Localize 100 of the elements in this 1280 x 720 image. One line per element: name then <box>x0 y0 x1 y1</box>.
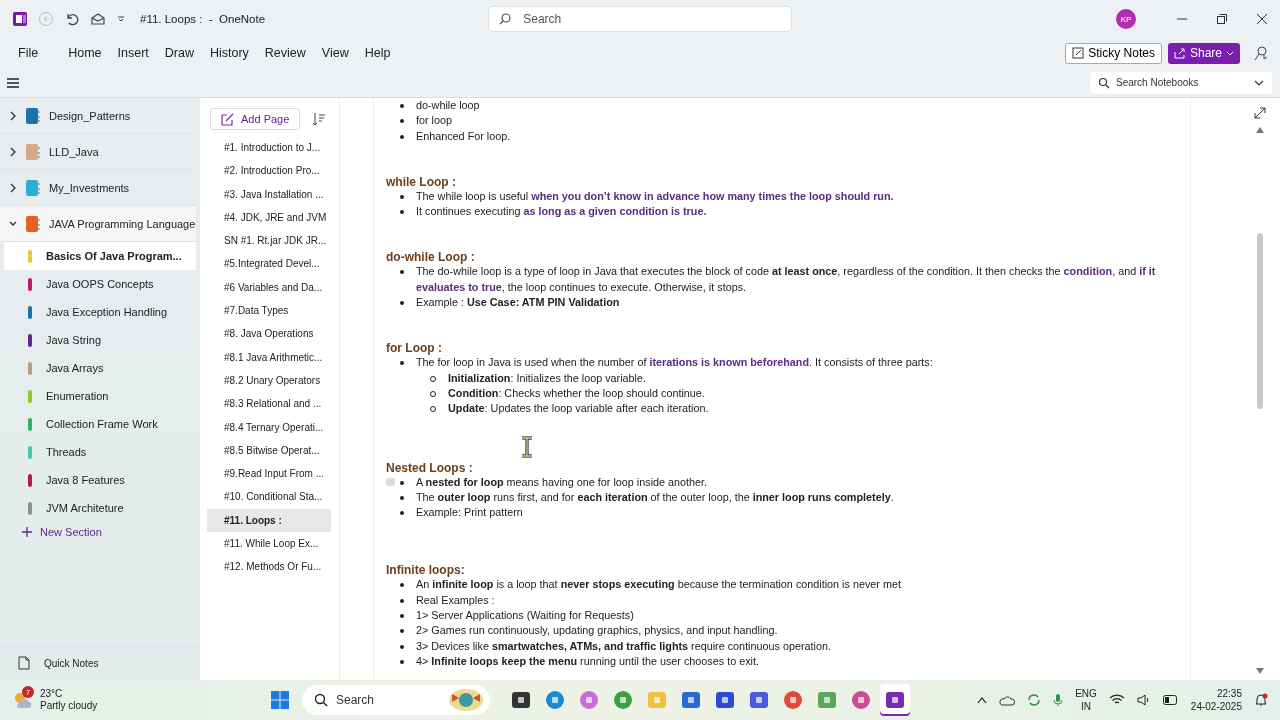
page-item[interactable]: #11. While Loop Ex... <box>207 532 331 556</box>
expand-icon[interactable] <box>1254 107 1266 119</box>
menu-icon[interactable] <box>7 77 19 88</box>
page-item[interactable]: #5.Integrated Devel... <box>207 252 331 276</box>
bullet-icon <box>400 511 404 516</box>
search-icon <box>498 12 513 26</box>
notebook-item[interactable]: Design_Patterns <box>0 98 196 134</box>
paragraph-handle-icon[interactable] <box>386 477 395 486</box>
page-item[interactable]: #11. Loops : <box>207 508 331 533</box>
plus-icon <box>22 527 32 537</box>
bullet-text: Initialization: Initializes the loop variable. <box>448 370 648 386</box>
page-item[interactable]: #8.3 Relational and ... <box>207 392 331 416</box>
undo-icon[interactable] <box>64 11 80 27</box>
section-tab[interactable]: Threads <box>4 438 196 466</box>
notebook-search-field[interactable]: Search Notebooks <box>1090 71 1272 94</box>
wifi-icon[interactable] <box>1108 694 1125 706</box>
section-heading: Nested Loops : <box>386 460 474 475</box>
bell-icon[interactable] <box>1254 693 1268 707</box>
bullet-icon <box>400 361 404 366</box>
bullet-icon <box>400 614 404 619</box>
section-heading: do-while Loop : <box>386 250 476 265</box>
scrollbar-thumb[interactable] <box>1257 233 1263 409</box>
scroll-up-icon[interactable] <box>1256 127 1264 133</box>
bullet-text: Enhanced For loop. <box>416 128 512 144</box>
sticky-notes-button[interactable]: Sticky Notes <box>1065 42 1162 64</box>
bullet-text: The do-while loop is a type of loop in Java that executes the block of code at least once, regardless of the condition. It then checks the condition, and if it evaluates to true, the loop continues to execute. Otherwise, it stops. <box>416 264 1157 295</box>
page-item[interactable]: #7.Data Types <box>207 299 331 323</box>
search-highlight-icon[interactable] <box>448 688 484 712</box>
bullet-text: do-while loop <box>416 98 481 113</box>
section-tab[interactable]: Java OOPS Concepts <box>4 270 196 298</box>
page-item[interactable]: #2. Introduction Pro... <box>207 159 331 183</box>
bullet-text: An infinite loop is a loop that never stops executing because the termination condition is never met <box>416 577 902 593</box>
bullet-icon <box>400 119 404 124</box>
notebook-item[interactable]: JAVA Programming Language <box>0 206 196 242</box>
chevron-icon <box>9 182 17 193</box>
notebook-icon <box>25 214 41 233</box>
bullet-text: Example: Print pattern <box>416 505 524 521</box>
sync-icon[interactable] <box>1027 693 1042 707</box>
volume-icon[interactable] <box>1136 694 1151 706</box>
page-item[interactable]: #4. JDK, JRE and JVM <box>207 205 331 230</box>
chevron-up-icon[interactable] <box>977 696 988 704</box>
cloud-icon[interactable] <box>999 694 1016 706</box>
section-tab[interactable]: Java 8 Features <box>4 466 196 494</box>
page-item[interactable]: #3. Java Installation ... <box>207 182 331 206</box>
sort-icon[interactable] <box>312 112 327 126</box>
bullet-text: for loop <box>416 113 453 129</box>
menu-tab[interactable]: History <box>201 46 257 60</box>
section-tab[interactable]: Java Arrays <box>4 354 196 382</box>
maximize-icon[interactable] <box>1216 13 1228 25</box>
bullet-text: Update: Updates the loop variable after each iteration. <box>448 401 710 417</box>
page-item[interactable]: #1. Introduction to J... <box>207 136 331 160</box>
section-heading: Infinite loops: <box>386 563 466 578</box>
menu-tab[interactable]: Insert <box>109 46 157 60</box>
add-page-button[interactable]: Add Page <box>210 108 301 130</box>
page-item[interactable]: #8.1 Java Arithmetic... <box>207 345 331 369</box>
language-indicator[interactable]: ENG IN <box>1075 687 1097 713</box>
new-section-link[interactable]: New Section <box>0 522 200 542</box>
text-cursor-icon <box>520 436 534 458</box>
page-item[interactable]: #9.Read Input From ... <box>207 462 331 486</box>
app-logo-icon <box>12 11 28 27</box>
battery-icon[interactable] <box>1162 695 1179 705</box>
share-button[interactable]: Share <box>1167 42 1240 64</box>
bullet-icon <box>400 270 404 275</box>
feedback-icon[interactable] <box>1252 44 1270 62</box>
page-item[interactable]: #10. Conditional Sta... <box>207 485 331 509</box>
section-tab[interactable]: Basics Of Java Program... <box>4 242 196 270</box>
user-avatar[interactable]: KP <box>1116 9 1136 29</box>
microphone-icon[interactable] <box>1053 693 1064 707</box>
menu-tab[interactable]: Draw <box>156 46 202 60</box>
section-tab[interactable]: Java String <box>4 326 196 354</box>
scroll-down-icon[interactable] <box>1256 668 1264 674</box>
menu-tab[interactable]: Home <box>60 46 110 60</box>
page-item[interactable]: #12. Methods Or Fu... <box>207 555 331 579</box>
caret-icon[interactable] <box>116 14 126 24</box>
menu-tab[interactable]: Review <box>256 46 314 60</box>
clock[interactable]: 22:35 24-02-2025 <box>1190 687 1242 713</box>
section-tab[interactable]: Enumeration <box>4 382 196 410</box>
bullet-icon <box>400 134 404 139</box>
menu-tab[interactable]: File <box>18 46 47 60</box>
section-tab[interactable]: JVM Architeture <box>4 494 196 522</box>
menu-tab[interactable]: View <box>313 46 357 60</box>
page-item[interactable]: #8.4 Ternary Operati... <box>207 415 331 439</box>
page-item[interactable]: #8. Java Operations <box>207 322 331 346</box>
menu-tab[interactable]: Help <box>356 46 399 60</box>
page-item[interactable]: SN #1. Rt.jar JDK JR... <box>207 229 331 253</box>
window-title: #11. Loops : - OneNote <box>140 13 266 25</box>
weather-text: Partly cloudy <box>40 700 98 712</box>
section-tab[interactable]: Java Exception Handling <box>4 298 196 326</box>
page-icon <box>18 656 30 670</box>
close-icon[interactable] <box>1256 13 1268 25</box>
caret-icon <box>1226 49 1234 57</box>
start-icon[interactable] <box>270 690 290 710</box>
search-field[interactable]: Search <box>488 6 792 32</box>
notebook-item[interactable]: LLD_Java <box>0 134 196 170</box>
page-item[interactable]: #8.2 Unary Operators <box>207 368 331 393</box>
section-heading: while Loop : <box>386 174 457 189</box>
page-item[interactable]: #8.5 Bitwise Operat... <box>207 438 331 463</box>
envelope-icon[interactable] <box>90 11 106 27</box>
section-tab[interactable]: Collection Frame Work <box>4 410 196 438</box>
page-item[interactable]: #6 Variables and Da... <box>207 275 331 300</box>
